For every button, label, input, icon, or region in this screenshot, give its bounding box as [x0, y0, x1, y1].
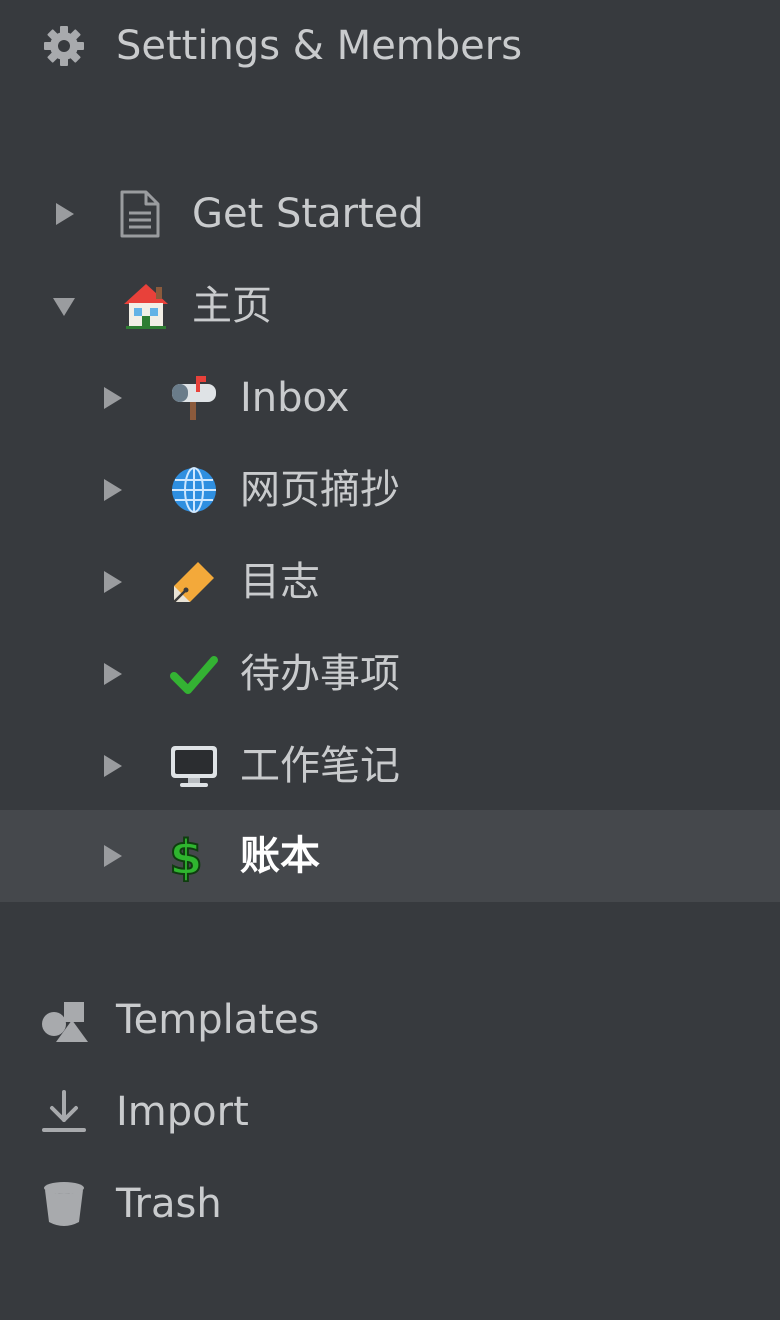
mailbox-icon [168, 372, 220, 424]
shapes-icon [38, 994, 90, 1046]
expand-arrow-icon[interactable] [50, 200, 78, 228]
expand-arrow-icon[interactable] [98, 752, 126, 780]
tree-item-label: 账本 [240, 833, 320, 879]
checkmark-icon [168, 648, 220, 700]
tree-item-web-clips[interactable]: 网页摘抄 [0, 444, 780, 536]
globe-icon [168, 464, 220, 516]
collapse-arrow-icon[interactable] [50, 292, 78, 320]
tree-item-inbox[interactable]: Inbox [0, 352, 780, 444]
expand-arrow-icon[interactable] [98, 660, 126, 688]
download-icon [38, 1086, 90, 1138]
trash-label: Trash [116, 1181, 222, 1227]
tree-item-work-notes[interactable]: 工作笔记 [0, 720, 780, 812]
expand-arrow-icon[interactable] [98, 476, 126, 504]
tree-item-home[interactable]: 主页 [0, 260, 780, 352]
computer-icon [168, 740, 220, 792]
document-icon [114, 188, 166, 240]
tree-item-journal[interactable]: 目志 [0, 536, 780, 628]
tree-item-get-started[interactable]: Get Started [0, 168, 780, 260]
import-item[interactable]: Import [0, 1066, 780, 1158]
tree-item-todo[interactable]: 待办事项 [0, 628, 780, 720]
settings-members-label: Settings & Members [116, 23, 523, 69]
svg-text:$: $ [169, 830, 202, 882]
tree-item-label: 主页 [192, 283, 272, 329]
tree-item-label: 目志 [240, 559, 320, 605]
gear-icon [38, 20, 90, 72]
templates-label: Templates [116, 997, 320, 1043]
trash-icon [38, 1178, 90, 1230]
tree-item-label: 待办事项 [240, 651, 400, 697]
dollar-icon: $ [160, 830, 212, 882]
expand-arrow-icon[interactable] [98, 568, 126, 596]
import-label: Import [116, 1089, 249, 1135]
templates-item[interactable]: Templates [0, 974, 780, 1066]
settings-members-item[interactable]: Settings & Members [0, 0, 780, 92]
pen-icon [168, 556, 220, 608]
expand-arrow-icon[interactable] [98, 384, 126, 412]
tree-item-label: Get Started [192, 191, 424, 237]
tree-item-ledger[interactable]: $ 账本 [0, 810, 780, 902]
house-icon [120, 280, 172, 332]
trash-item[interactable]: Trash [0, 1158, 780, 1250]
expand-arrow-icon[interactable] [98, 842, 126, 870]
tree-item-label: 工作笔记 [240, 743, 400, 789]
tree-item-label: Inbox [240, 375, 350, 421]
tree-item-label: 网页摘抄 [240, 467, 400, 513]
